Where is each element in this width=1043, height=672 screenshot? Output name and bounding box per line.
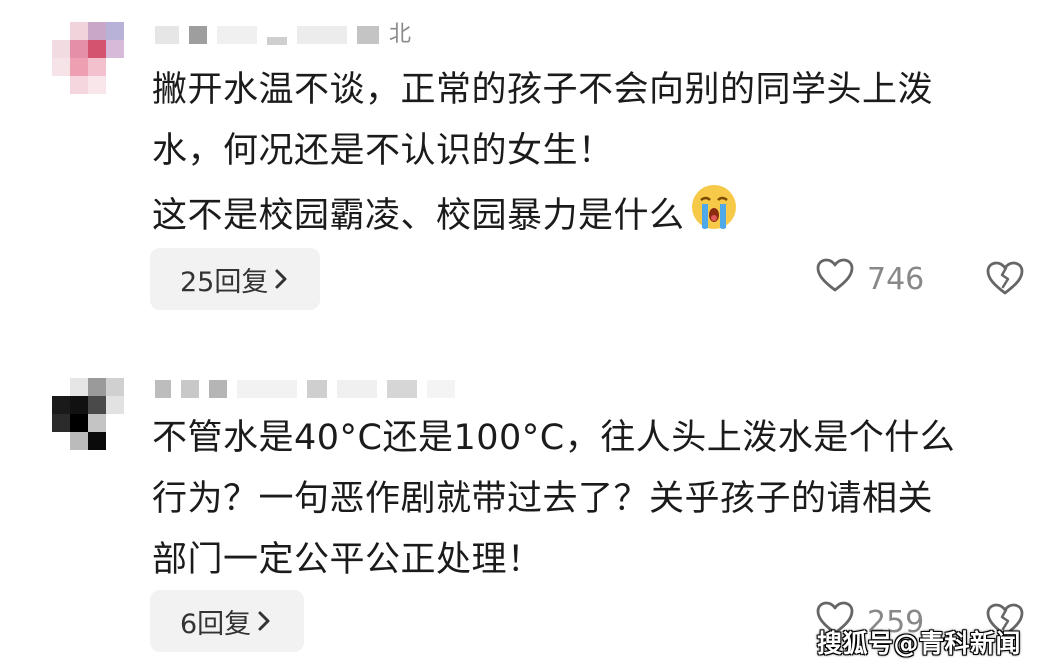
broken-heart-icon (985, 260, 1025, 300)
redacted-block (387, 380, 417, 398)
redacted-block (307, 380, 327, 398)
redacted-block (155, 380, 171, 398)
redacted-block (427, 380, 455, 398)
username-suffix: 北 (389, 22, 412, 47)
redacted-block (237, 380, 297, 398)
comment-text: 撇开水温不谈，正常的孩子不会向别的同学头上泼 水，何况还是不认识的女生！ 这不是… (152, 60, 1032, 252)
comment-line: 这不是校园霸凌、校园暴力是什么 (152, 182, 1032, 252)
username[interactable]: 北 (155, 24, 411, 46)
comment-line: 行为？一句恶作剧就带过去了？关乎孩子的请相关 (152, 479, 934, 519)
avatar[interactable] (52, 22, 124, 94)
redacted-block (357, 26, 379, 44)
comment-item: 北 撇开水温不谈，正常的孩子不会向别的同学头上泼 水，何况还是不认识的女生！ 这… (0, 0, 1043, 340)
comment-line: 撇开水温不谈，正常的孩子不会向别的同学头上泼 (152, 70, 934, 110)
crying-face-emoji-icon (689, 182, 739, 252)
chevron-right-icon (274, 268, 288, 290)
username[interactable] (155, 378, 455, 400)
replies-button[interactable]: 6回复 (150, 590, 304, 652)
comment-line: 水，何况还是不认识的女生！ (152, 131, 614, 171)
redacted-block (337, 380, 377, 398)
dislike-button[interactable] (985, 260, 1025, 300)
comment-text: 不管水是40°C还是100°C，往人头上泼水是个什么 行为？一句恶作剧就带过去了… (152, 408, 1032, 591)
redacted-block (297, 26, 347, 44)
redacted-block (155, 26, 179, 44)
replies-button[interactable]: 25回复 (150, 248, 320, 310)
chevron-right-icon (257, 610, 271, 632)
redacted-block (189, 26, 207, 44)
replies-label: 25回复 (180, 266, 269, 298)
redacted-block (209, 380, 227, 398)
replies-label: 6回复 (180, 608, 252, 640)
comment-item: 不管水是40°C还是100°C，往人头上泼水是个什么 行为？一句恶作剧就带过去了… (0, 340, 1043, 672)
comment-line: 不管水是40°C还是100°C，往人头上泼水是个什么 (152, 418, 956, 458)
heart-icon (815, 257, 855, 301)
like-button[interactable]: 746 (815, 257, 924, 301)
watermark: 搜狐号@青科新闻 (816, 629, 1021, 658)
avatar[interactable] (52, 378, 124, 450)
redacted-block (217, 26, 257, 44)
like-count: 746 (867, 261, 925, 297)
redacted-block (267, 37, 287, 45)
comment-line: 部门一定公平公正处理！ (152, 540, 543, 580)
redacted-block (181, 380, 199, 398)
